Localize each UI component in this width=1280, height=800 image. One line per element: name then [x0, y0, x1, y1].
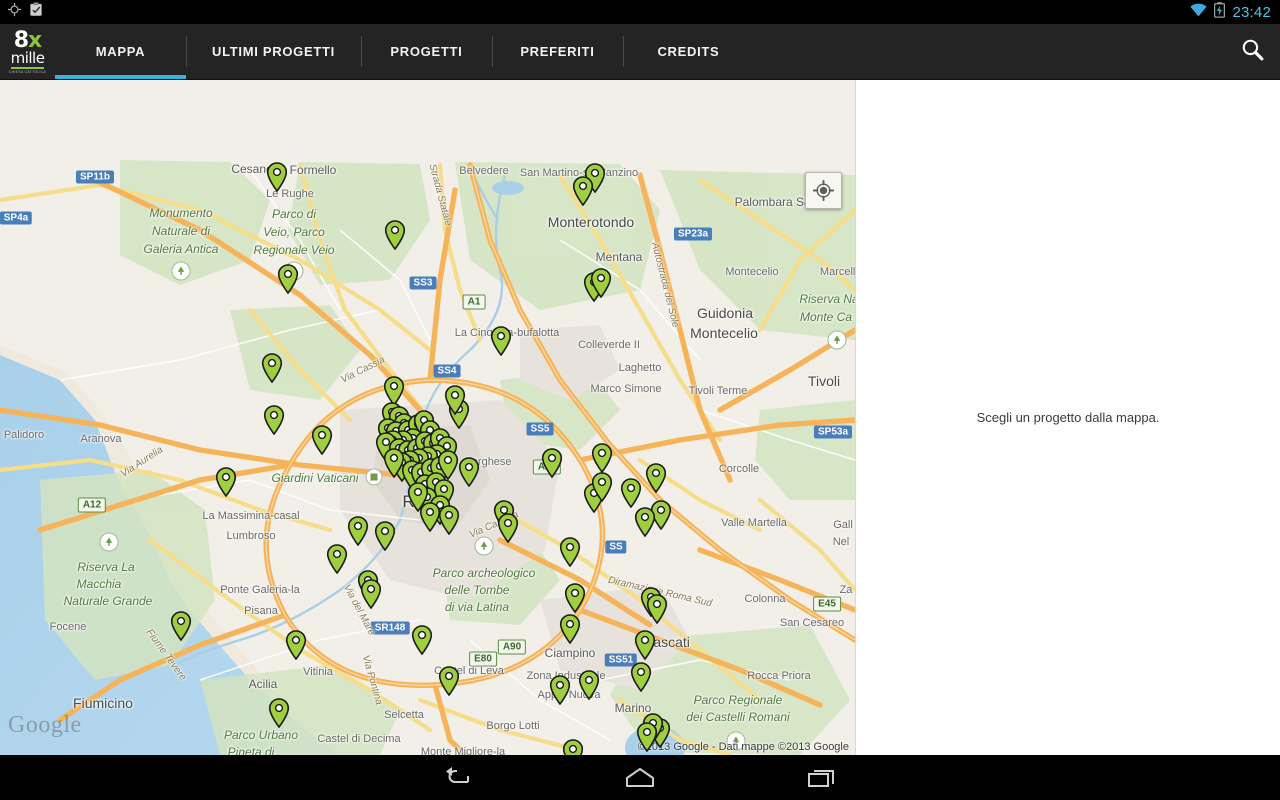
map-project-marker[interactable]	[559, 614, 581, 645]
home-icon	[626, 767, 654, 787]
map-project-marker[interactable]	[277, 264, 299, 295]
tab-preferiti[interactable]: PREFERITI	[491, 24, 623, 79]
gps-crosshair-icon	[7, 2, 22, 22]
tab-label: PROGETTI	[390, 44, 463, 59]
tab-label: PREFERITI	[520, 44, 595, 59]
map-project-marker[interactable]	[444, 385, 466, 416]
search-button[interactable]	[1224, 24, 1280, 79]
map-project-marker[interactable]	[549, 675, 571, 706]
nav-recents-button[interactable]	[796, 758, 848, 798]
map-project-marker[interactable]	[438, 666, 460, 697]
map-project-marker[interactable]	[591, 472, 613, 503]
map-project-marker[interactable]	[578, 670, 600, 701]
map-project-marker[interactable]	[634, 630, 656, 661]
map-project-marker[interactable]	[374, 521, 396, 552]
tab-label: ULTIMI PROGETTI	[212, 44, 335, 59]
map-project-marker[interactable]	[562, 739, 584, 755]
map-project-marker[interactable]	[646, 594, 668, 625]
tab-label: CREDITS	[657, 44, 720, 59]
logo-subtitle: CHIESA CATTOLICA	[8, 70, 47, 75]
empty-state-message: Scegli un progetto dalla mappa.	[976, 410, 1160, 425]
clipboard-check-icon	[29, 2, 43, 22]
map-project-marker[interactable]	[634, 507, 656, 538]
map-project-marker[interactable]	[564, 583, 586, 614]
logo-8x: 8x	[14, 29, 43, 52]
status-clock: 23:42	[1232, 3, 1271, 21]
map-project-marker[interactable]	[497, 513, 519, 544]
action-bar-spacer	[754, 24, 1224, 79]
map-project-marker[interactable]	[591, 443, 613, 474]
map-project-marker[interactable]	[458, 457, 480, 488]
map-project-marker[interactable]	[572, 176, 594, 207]
tab-credits[interactable]: CREDITS	[622, 24, 754, 79]
tab-progetti[interactable]: PROGETTI	[360, 24, 492, 79]
map-project-marker[interactable]	[438, 505, 460, 536]
battery-charging-icon	[1214, 1, 1226, 23]
android-screen: 23:42 8x mille CHIESA CATTOLICA MAPPA UL…	[0, 0, 1280, 800]
tab-bar: MAPPA ULTIMI PROGETTI PROGETTI PREFERITI…	[55, 24, 754, 79]
system-navigation-bar	[0, 755, 1280, 800]
map-project-marker[interactable]	[170, 611, 192, 642]
action-bar: 8x mille CHIESA CATTOLICA MAPPA ULTIMI P…	[0, 24, 1280, 80]
map-project-marker[interactable]	[636, 722, 658, 753]
map-view[interactable]: SP11b SP4a SS3 SS4 SS5 SP23a SP53a SS51 SR148 SS A…	[0, 80, 855, 755]
my-location-icon	[813, 180, 834, 201]
tab-label: MAPPA	[95, 44, 146, 59]
map-project-marker[interactable]	[645, 463, 667, 494]
map-project-marker[interactable]	[285, 630, 307, 661]
content-area: SP11b SP4a SS3 SS4 SS5 SP23a SP53a SS51 SR148 SS A…	[0, 80, 1280, 755]
tab-ultimi-progetti[interactable]: ULTIMI PROGETTI	[186, 24, 361, 79]
map-project-marker[interactable]	[347, 516, 369, 547]
status-notification-icons	[0, 2, 43, 22]
map-project-marker[interactable]	[326, 544, 348, 575]
project-detail-pane: Scegli un progetto dalla mappa.	[855, 80, 1280, 755]
app-logo: 8x mille CHIESA CATTOLICA	[0, 24, 55, 79]
my-location-button[interactable]	[805, 172, 842, 209]
back-icon	[446, 766, 469, 783]
tab-mappa[interactable]: MAPPA	[55, 24, 186, 79]
map-project-marker[interactable]	[215, 467, 237, 498]
map-project-marker[interactable]	[630, 662, 652, 693]
map-project-marker[interactable]	[541, 448, 563, 479]
map-project-marker[interactable]	[411, 625, 433, 656]
map-project-marker[interactable]	[263, 405, 285, 436]
nav-back-button[interactable]	[432, 758, 484, 798]
map-project-marker[interactable]	[590, 268, 612, 299]
map-project-marker[interactable]	[384, 220, 406, 251]
map-project-marker[interactable]	[266, 162, 288, 193]
status-system-icons: 23:42	[1190, 1, 1280, 23]
wifi-icon	[1190, 3, 1208, 22]
map-project-marker[interactable]	[620, 478, 642, 509]
search-icon	[1240, 37, 1265, 67]
map-canvas: SP11b SP4a SS3 SS4 SS5 SP23a SP53a SS51 SR148 SS A…	[0, 80, 855, 755]
logo-mille: mille	[10, 49, 45, 70]
map-project-marker[interactable]	[311, 425, 333, 456]
map-project-marker[interactable]	[419, 502, 441, 533]
nav-home-button[interactable]	[614, 758, 666, 798]
status-bar: 23:42	[0, 0, 1280, 24]
map-project-marker[interactable]	[490, 326, 512, 357]
google-watermark: Google	[8, 712, 82, 738]
map-project-marker[interactable]	[559, 537, 581, 568]
map-project-marker[interactable]	[261, 353, 283, 384]
recents-icon	[808, 769, 834, 787]
map-project-marker[interactable]	[360, 579, 382, 610]
map-project-marker[interactable]	[268, 698, 290, 729]
